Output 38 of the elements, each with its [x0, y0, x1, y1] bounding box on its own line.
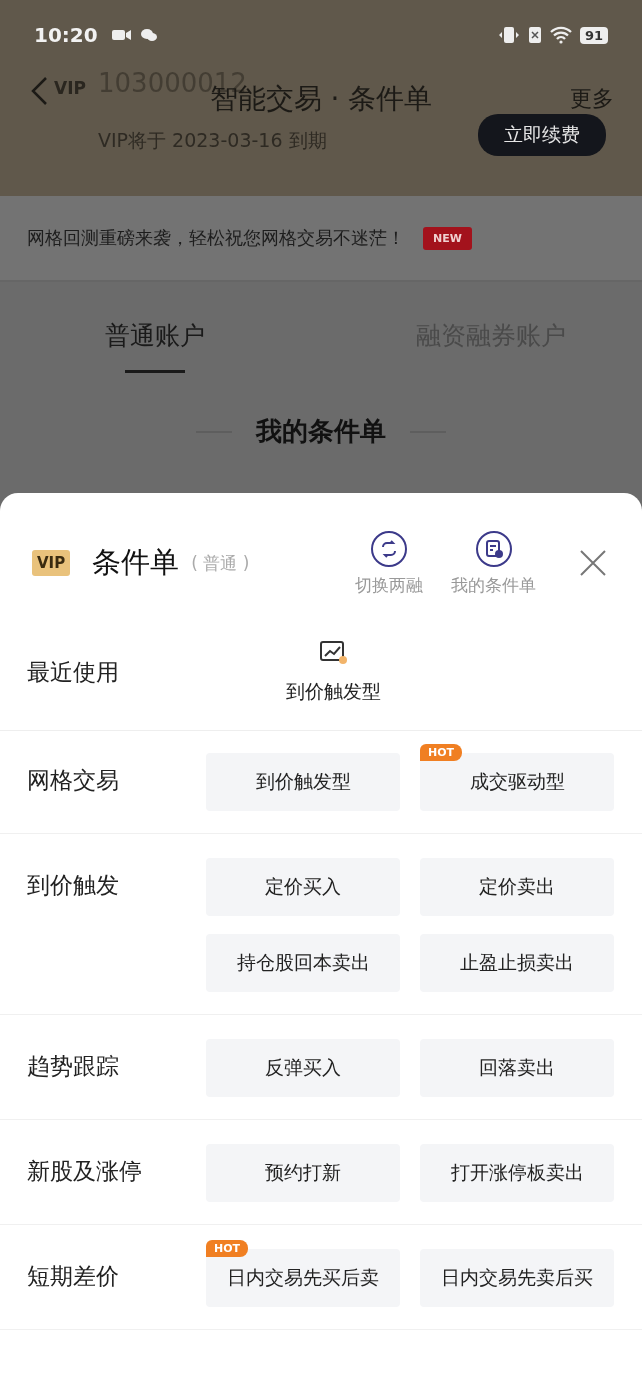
- switch-icon: [370, 529, 408, 568]
- banner-text[interactable]: 网格回测重磅来袭，轻松祝您网格交易不迷茫！: [27, 226, 405, 250]
- back-icon[interactable]: [30, 76, 48, 106]
- account-type-label: ( 普通 ): [191, 551, 250, 575]
- option-button[interactable]: 定价卖出: [420, 858, 614, 916]
- group-label: 到价触发: [27, 871, 120, 900]
- document-icon: [474, 529, 513, 568]
- sim-icon: [527, 26, 542, 44]
- option-button[interactable]: 日内交易先卖后买: [420, 1249, 614, 1307]
- group-label: 短期差价: [27, 1262, 120, 1291]
- option-button[interactable]: 持仓股回本卖出: [206, 934, 400, 992]
- close-icon[interactable]: [580, 550, 606, 576]
- vibrate-icon: [497, 26, 520, 44]
- group-label: 趋势跟踪: [27, 1052, 120, 1081]
- hot-badge: HOT: [206, 1240, 249, 1257]
- option-button[interactable]: 止盈止损卖出: [420, 934, 614, 992]
- option-button[interactable]: 定价买入: [206, 858, 400, 916]
- sheet-title: 条件单: [92, 544, 180, 581]
- wifi-icon: [549, 26, 572, 44]
- new-badge: NEW: [423, 226, 472, 250]
- chat-bubbles-icon: [139, 28, 158, 42]
- group-label: 网格交易: [27, 766, 120, 795]
- line-chart-icon: [319, 640, 348, 665]
- option-button[interactable]: 到价触发型: [206, 753, 400, 811]
- option-button[interactable]: 预约打新: [206, 1144, 400, 1202]
- section-title: 我的条件单: [256, 415, 386, 448]
- hot-badge: HOT: [420, 744, 463, 761]
- video-camera-icon: [111, 28, 132, 42]
- group-label: 最近使用: [27, 658, 120, 687]
- renew-button[interactable]: 立即续费: [478, 114, 606, 156]
- recent-item[interactable]: 到价触发型: [286, 640, 381, 705]
- vip-crown-badge: VIP: [32, 550, 71, 576]
- option-button[interactable]: 回落卖出: [420, 1039, 614, 1097]
- option-button[interactable]: 反弹买入: [206, 1039, 400, 1097]
- option-button[interactable]: 打开涨停板卖出: [420, 1144, 614, 1202]
- battery-indicator: 91: [579, 26, 608, 44]
- status-time: 10:20: [34, 23, 98, 47]
- group-label: 新股及涨停: [27, 1157, 143, 1186]
